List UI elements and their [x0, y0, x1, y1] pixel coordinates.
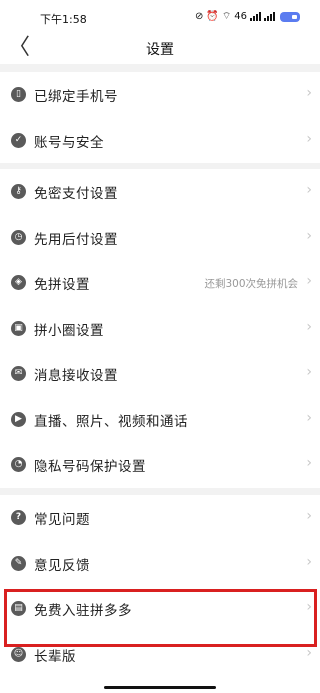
- settings-item-feedback[interactable]: ✎ 意见反馈 ›: [0, 541, 320, 587]
- status-time: 下午1:58: [40, 13, 87, 26]
- phone-icon: ▯: [11, 87, 26, 102]
- group-icon: ◈: [11, 275, 26, 290]
- settings-item-label: 已绑定手机号: [34, 89, 118, 105]
- settings-item-pay-later[interactable]: ◷ 先用后付设置 ›: [0, 215, 320, 261]
- settings-item-label: 长辈版: [34, 648, 76, 665]
- mute-icon: ⊘: [195, 11, 204, 22]
- status-icons: ⊘ ⏰ ⌔ 46: [195, 10, 300, 23]
- signal-label: 46: [234, 11, 247, 22]
- chevron-right-icon: ›: [306, 553, 312, 570]
- chevron-right-icon: ›: [306, 364, 312, 380]
- chevron-right-icon: ›: [306, 409, 312, 426]
- chevron-right-icon: ›: [306, 182, 312, 198]
- key-icon: ⚷: [11, 184, 26, 199]
- settings-item-phone[interactable]: ▯ 已绑定手机号 ›: [0, 72, 320, 118]
- settings-item-account-security[interactable]: ✓ 账号与安全 ›: [0, 118, 320, 164]
- settings-group-account: ▯ 已绑定手机号 › ✓ 账号与安全 ›: [0, 72, 320, 163]
- chevron-right-icon: ›: [306, 227, 312, 244]
- settings-item-label: 账号与安全: [34, 134, 104, 151]
- page-title: 设置: [146, 42, 174, 58]
- settings-item-label: 消息接收设置: [34, 368, 118, 384]
- settings-group-features: ⚷ 免密支付设置 › ◷ 先用后付设置 › ◈ 免拼设置 还剩300次免拼机会 …: [0, 169, 320, 488]
- settings-item-label: 先用后付设置: [34, 231, 118, 248]
- settings-item-circle[interactable]: ▣ 拼小圈设置 ›: [0, 306, 320, 352]
- home-indicator: [104, 686, 216, 689]
- battery-icon: [280, 11, 300, 22]
- settings-item-faq[interactable]: ? 常见问题 ›: [0, 495, 320, 541]
- chevron-right-icon: ›: [306, 85, 312, 101]
- clock-icon: ◷: [11, 229, 26, 245]
- settings-item-label: 意见反馈: [34, 557, 90, 574]
- settings-item-label: 拼小圈设置: [34, 322, 104, 339]
- settings-item-privacy-number[interactable]: ◔ 隐私号码保护设置 ›: [0, 442, 320, 488]
- signal-icon-2: [264, 12, 275, 21]
- chevron-right-icon: ›: [306, 455, 312, 471]
- settings-item-label: 隐私号码保护设置: [34, 459, 146, 475]
- question-icon: ?: [11, 510, 26, 525]
- chevron-right-icon: ›: [306, 318, 312, 335]
- video-icon: ▶: [11, 411, 26, 427]
- wifi-icon: ⌔: [221, 11, 232, 22]
- settings-item-password-free-pay[interactable]: ⚷ 免密支付设置 ›: [0, 169, 320, 215]
- settings-item-live-video-call[interactable]: ▶ 直播、照片、视频和通话 ›: [0, 397, 320, 443]
- lock-icon: ▣: [11, 320, 26, 336]
- message-icon: ✉: [11, 366, 26, 381]
- shield-icon: ✓: [11, 132, 26, 148]
- chevron-right-icon: ›: [306, 130, 312, 147]
- alarm-icon: ⏰: [206, 11, 219, 22]
- settings-item-label: 免拼设置: [34, 277, 90, 293]
- chevron-right-icon: ›: [306, 273, 312, 289]
- signal-icon: [250, 12, 261, 21]
- highlight-box: [4, 589, 317, 647]
- settings-item-label: 直播、照片、视频和通话: [34, 413, 188, 430]
- status-bar: 下午1:58 ⊘ ⏰ ⌔ 46: [0, 0, 320, 34]
- settings-item-group-free[interactable]: ◈ 免拼设置 还剩300次免拼机会 ›: [0, 260, 320, 306]
- elder-icon: ☺: [11, 646, 26, 662]
- chevron-right-icon: ›: [306, 508, 312, 524]
- feedback-icon: ✎: [11, 555, 26, 571]
- group-free-remaining: 还剩300次免拼机会: [204, 278, 298, 290]
- nav-header: 〈 设置: [0, 34, 320, 64]
- settings-item-label: 常见问题: [34, 512, 90, 528]
- privacy-icon: ◔: [11, 457, 26, 472]
- settings-item-notifications[interactable]: ✉ 消息接收设置 ›: [0, 351, 320, 397]
- settings-item-label: 免密支付设置: [34, 186, 118, 202]
